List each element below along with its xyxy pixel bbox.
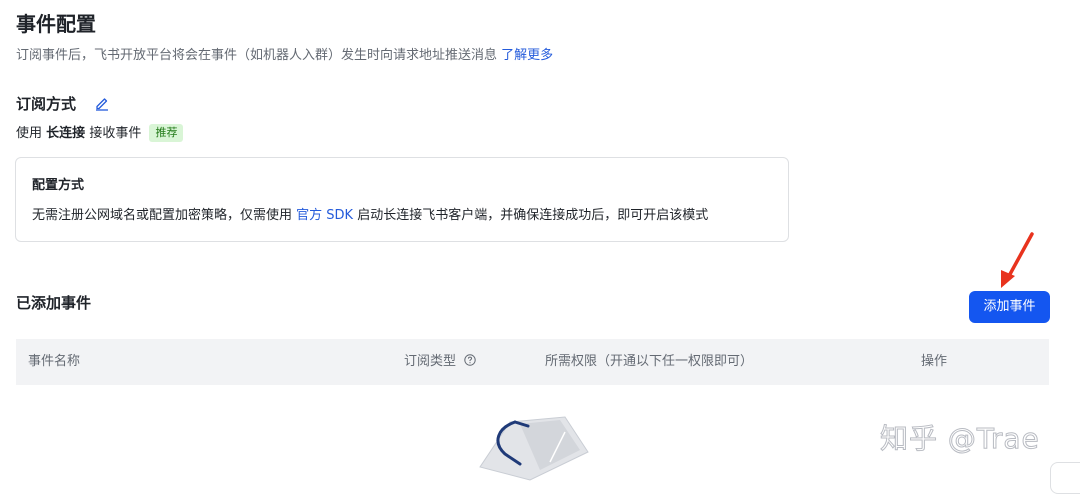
subscription-mode-line: 使用 长连接 接收事件 推荐 bbox=[16, 124, 184, 144]
add-event-button[interactable]: 添加事件 bbox=[969, 291, 1050, 323]
events-table-header: 事件名称 订阅类型 所需权限（开通以下任一权限即可） 操作 bbox=[16, 339, 1049, 385]
watermark: 知乎 @Trae bbox=[880, 422, 1040, 456]
pencil-edit-icon[interactable] bbox=[94, 95, 110, 111]
added-events-title: 已添加事件 bbox=[16, 294, 92, 312]
official-sdk-link[interactable]: 官方 SDK bbox=[296, 208, 353, 223]
page-description-text: 订阅事件后，飞书开放平台将会在事件（如机器人入群）发生时向请求地址推送消息 bbox=[16, 48, 498, 63]
empty-state-illustration bbox=[479, 416, 589, 481]
config-card-title: 配置方式 bbox=[32, 178, 85, 193]
page-title: 事件配置 bbox=[16, 12, 96, 36]
column-event-name: 事件名称 bbox=[28, 354, 81, 369]
subscription-prefix: 使用 bbox=[16, 126, 43, 141]
floating-panel-edge bbox=[1050, 462, 1080, 494]
column-subscription-type: 订阅类型 bbox=[404, 352, 476, 372]
config-card-text-after: 启动长连接飞书客户端，并确保连接成功后，即可开启该模式 bbox=[357, 208, 709, 223]
subscription-suffix: 接收事件 bbox=[89, 126, 142, 141]
red-arrow-icon bbox=[1001, 232, 1034, 288]
column-actions: 操作 bbox=[921, 354, 948, 369]
config-card-text: 无需注册公网域名或配置加密策略，仅需使用 官方 SDK 启动长连接飞书客户端，并… bbox=[32, 206, 708, 226]
page-description: 订阅事件后，飞书开放平台将会在事件（如机器人入群）发生时向请求地址推送消息 了解… bbox=[16, 46, 553, 66]
recommended-badge: 推荐 bbox=[149, 124, 184, 142]
learn-more-link[interactable]: 了解更多 bbox=[501, 48, 553, 63]
question-circle-icon[interactable] bbox=[464, 354, 476, 366]
subscription-title: 订阅方式 bbox=[16, 95, 77, 113]
config-card: 配置方式 无需注册公网域名或配置加密策略，仅需使用 官方 SDK 启动长连接飞书… bbox=[15, 157, 789, 242]
config-card-text-before: 无需注册公网域名或配置加密策略，仅需使用 bbox=[32, 208, 293, 223]
column-required-permissions: 所需权限（开通以下任一权限即可） bbox=[545, 354, 754, 369]
column-subscription-type-label: 订阅类型 bbox=[404, 354, 457, 369]
subscription-mode: 长连接 bbox=[46, 126, 86, 141]
